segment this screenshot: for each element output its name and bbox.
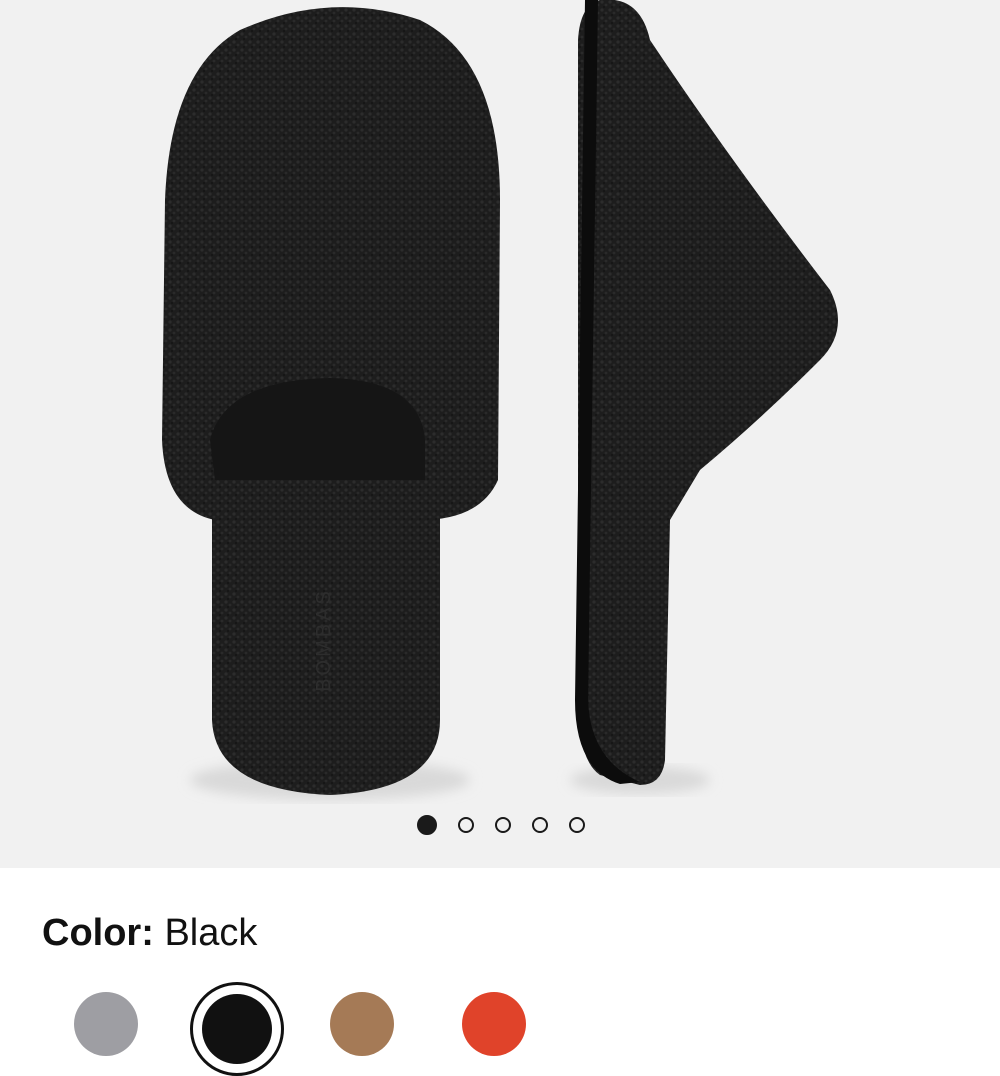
brand-mark: BOMBAS	[313, 588, 335, 692]
color-swatch-tan[interactable]	[330, 992, 394, 1056]
color-swatch-grey[interactable]	[74, 992, 138, 1056]
carousel-dot[interactable]	[495, 817, 511, 833]
color-swatch-black[interactable]	[190, 982, 284, 1076]
color-swatch-red[interactable]	[462, 992, 526, 1056]
color-swatch-list	[0, 978, 1000, 1076]
color-label: Color:	[42, 912, 154, 954]
swatch-fill	[202, 994, 272, 1064]
carousel-dot[interactable]	[532, 817, 548, 833]
carousel-dot[interactable]	[458, 817, 474, 833]
selected-color-name: Black	[164, 912, 258, 954]
carousel-dot[interactable]	[569, 817, 585, 833]
color-selection-label: Color: Black	[42, 912, 257, 955]
carousel-dot[interactable]	[417, 815, 437, 835]
product-image-gallery[interactable]: BOMBAS	[0, 0, 1000, 868]
carousel-dots	[0, 815, 1000, 835]
slipper-product-image: BOMBAS	[162, 0, 838, 800]
